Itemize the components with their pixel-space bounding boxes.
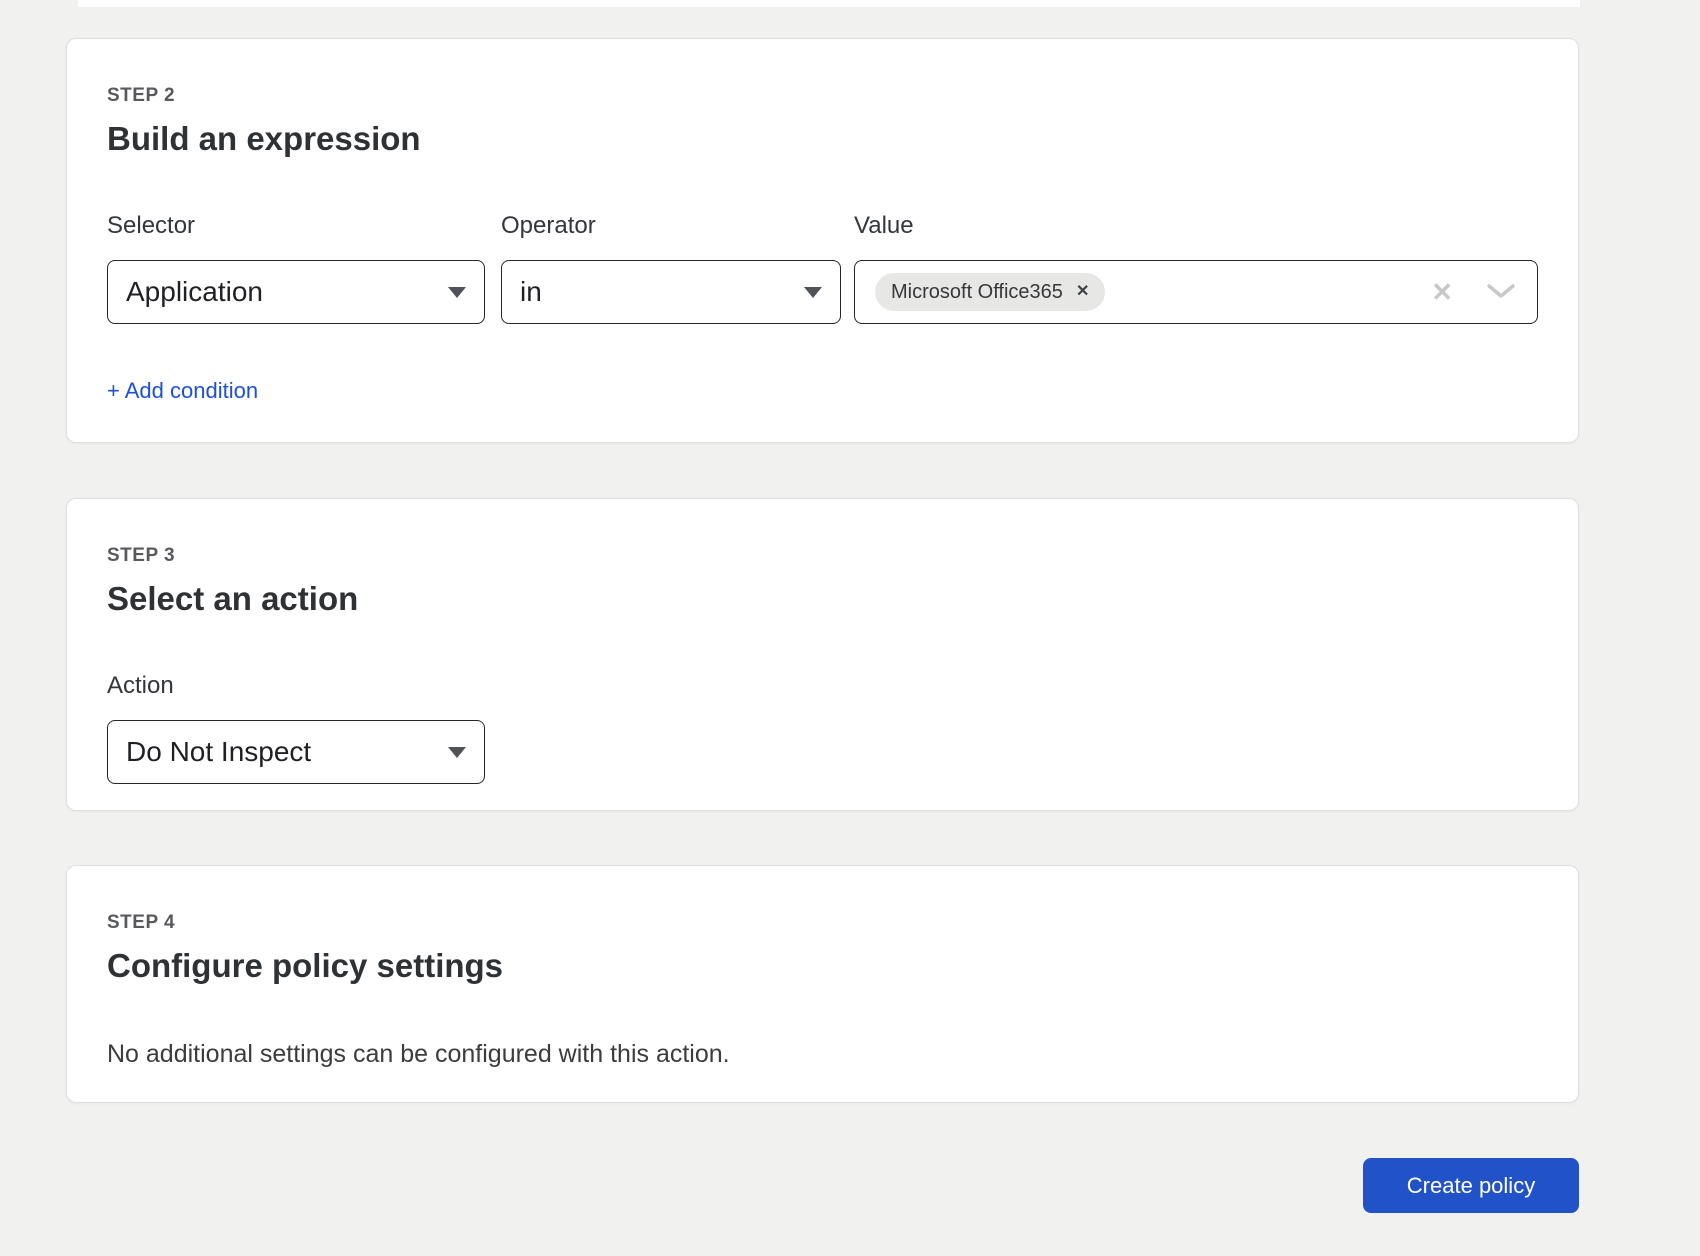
action-label: Action bbox=[107, 672, 485, 700]
remove-tag-icon[interactable]: ✕ bbox=[1076, 284, 1089, 300]
value-tag-text: Microsoft Office365 bbox=[891, 281, 1063, 304]
footer-actions: Create policy bbox=[66, 1158, 1579, 1213]
create-policy-button[interactable]: Create policy bbox=[1363, 1158, 1579, 1213]
step4-title: Configure policy settings bbox=[107, 949, 1538, 982]
caret-down-icon bbox=[448, 747, 466, 758]
selector-select[interactable]: Application bbox=[107, 260, 485, 324]
caret-down-icon bbox=[804, 287, 822, 298]
scrolled-header-remnant bbox=[78, 0, 1580, 7]
value-label: Value bbox=[854, 212, 1538, 240]
step3-card: STEP 3 Select an action Action Do Not In… bbox=[66, 498, 1579, 811]
operator-value: in bbox=[520, 276, 542, 308]
action-field: Action Do Not Inspect bbox=[107, 672, 485, 784]
operator-select[interactable]: in bbox=[501, 260, 841, 324]
value-tag: Microsoft Office365 ✕ bbox=[875, 273, 1105, 311]
selector-field: Selector Application bbox=[107, 212, 485, 324]
value-multiselect[interactable]: Microsoft Office365 ✕ ✕ bbox=[854, 260, 1538, 324]
action-select[interactable]: Do Not Inspect bbox=[107, 720, 485, 784]
action-fields-row: Action Do Not Inspect bbox=[107, 672, 1538, 784]
policy-builder-content: STEP 2 Build an expression Selector Appl… bbox=[66, 38, 1579, 1213]
operator-field: Operator in bbox=[501, 212, 841, 324]
step3-title: Select an action bbox=[107, 582, 1538, 615]
selector-value: Application bbox=[126, 276, 263, 308]
value-field: Value Microsoft Office365 ✕ ✕ bbox=[854, 212, 1538, 324]
chevron-down-icon[interactable] bbox=[1487, 284, 1515, 300]
action-value: Do Not Inspect bbox=[126, 736, 311, 768]
no-settings-note: No additional settings can be configured… bbox=[107, 1040, 1538, 1069]
clear-value-icon[interactable]: ✕ bbox=[1431, 279, 1453, 305]
operator-label: Operator bbox=[501, 212, 841, 240]
add-condition-link[interactable]: + Add condition bbox=[107, 378, 258, 404]
caret-down-icon bbox=[448, 287, 466, 298]
step4-card: STEP 4 Configure policy settings No addi… bbox=[66, 865, 1579, 1103]
step2-title: Build an expression bbox=[107, 122, 1538, 155]
selector-label: Selector bbox=[107, 212, 485, 240]
step2-label: STEP 2 bbox=[107, 85, 1538, 107]
expression-fields-row: Selector Application Operator in Value M… bbox=[107, 212, 1538, 324]
step3-label: STEP 3 bbox=[107, 545, 1538, 567]
step2-card: STEP 2 Build an expression Selector Appl… bbox=[66, 38, 1579, 443]
step4-label: STEP 4 bbox=[107, 912, 1538, 934]
